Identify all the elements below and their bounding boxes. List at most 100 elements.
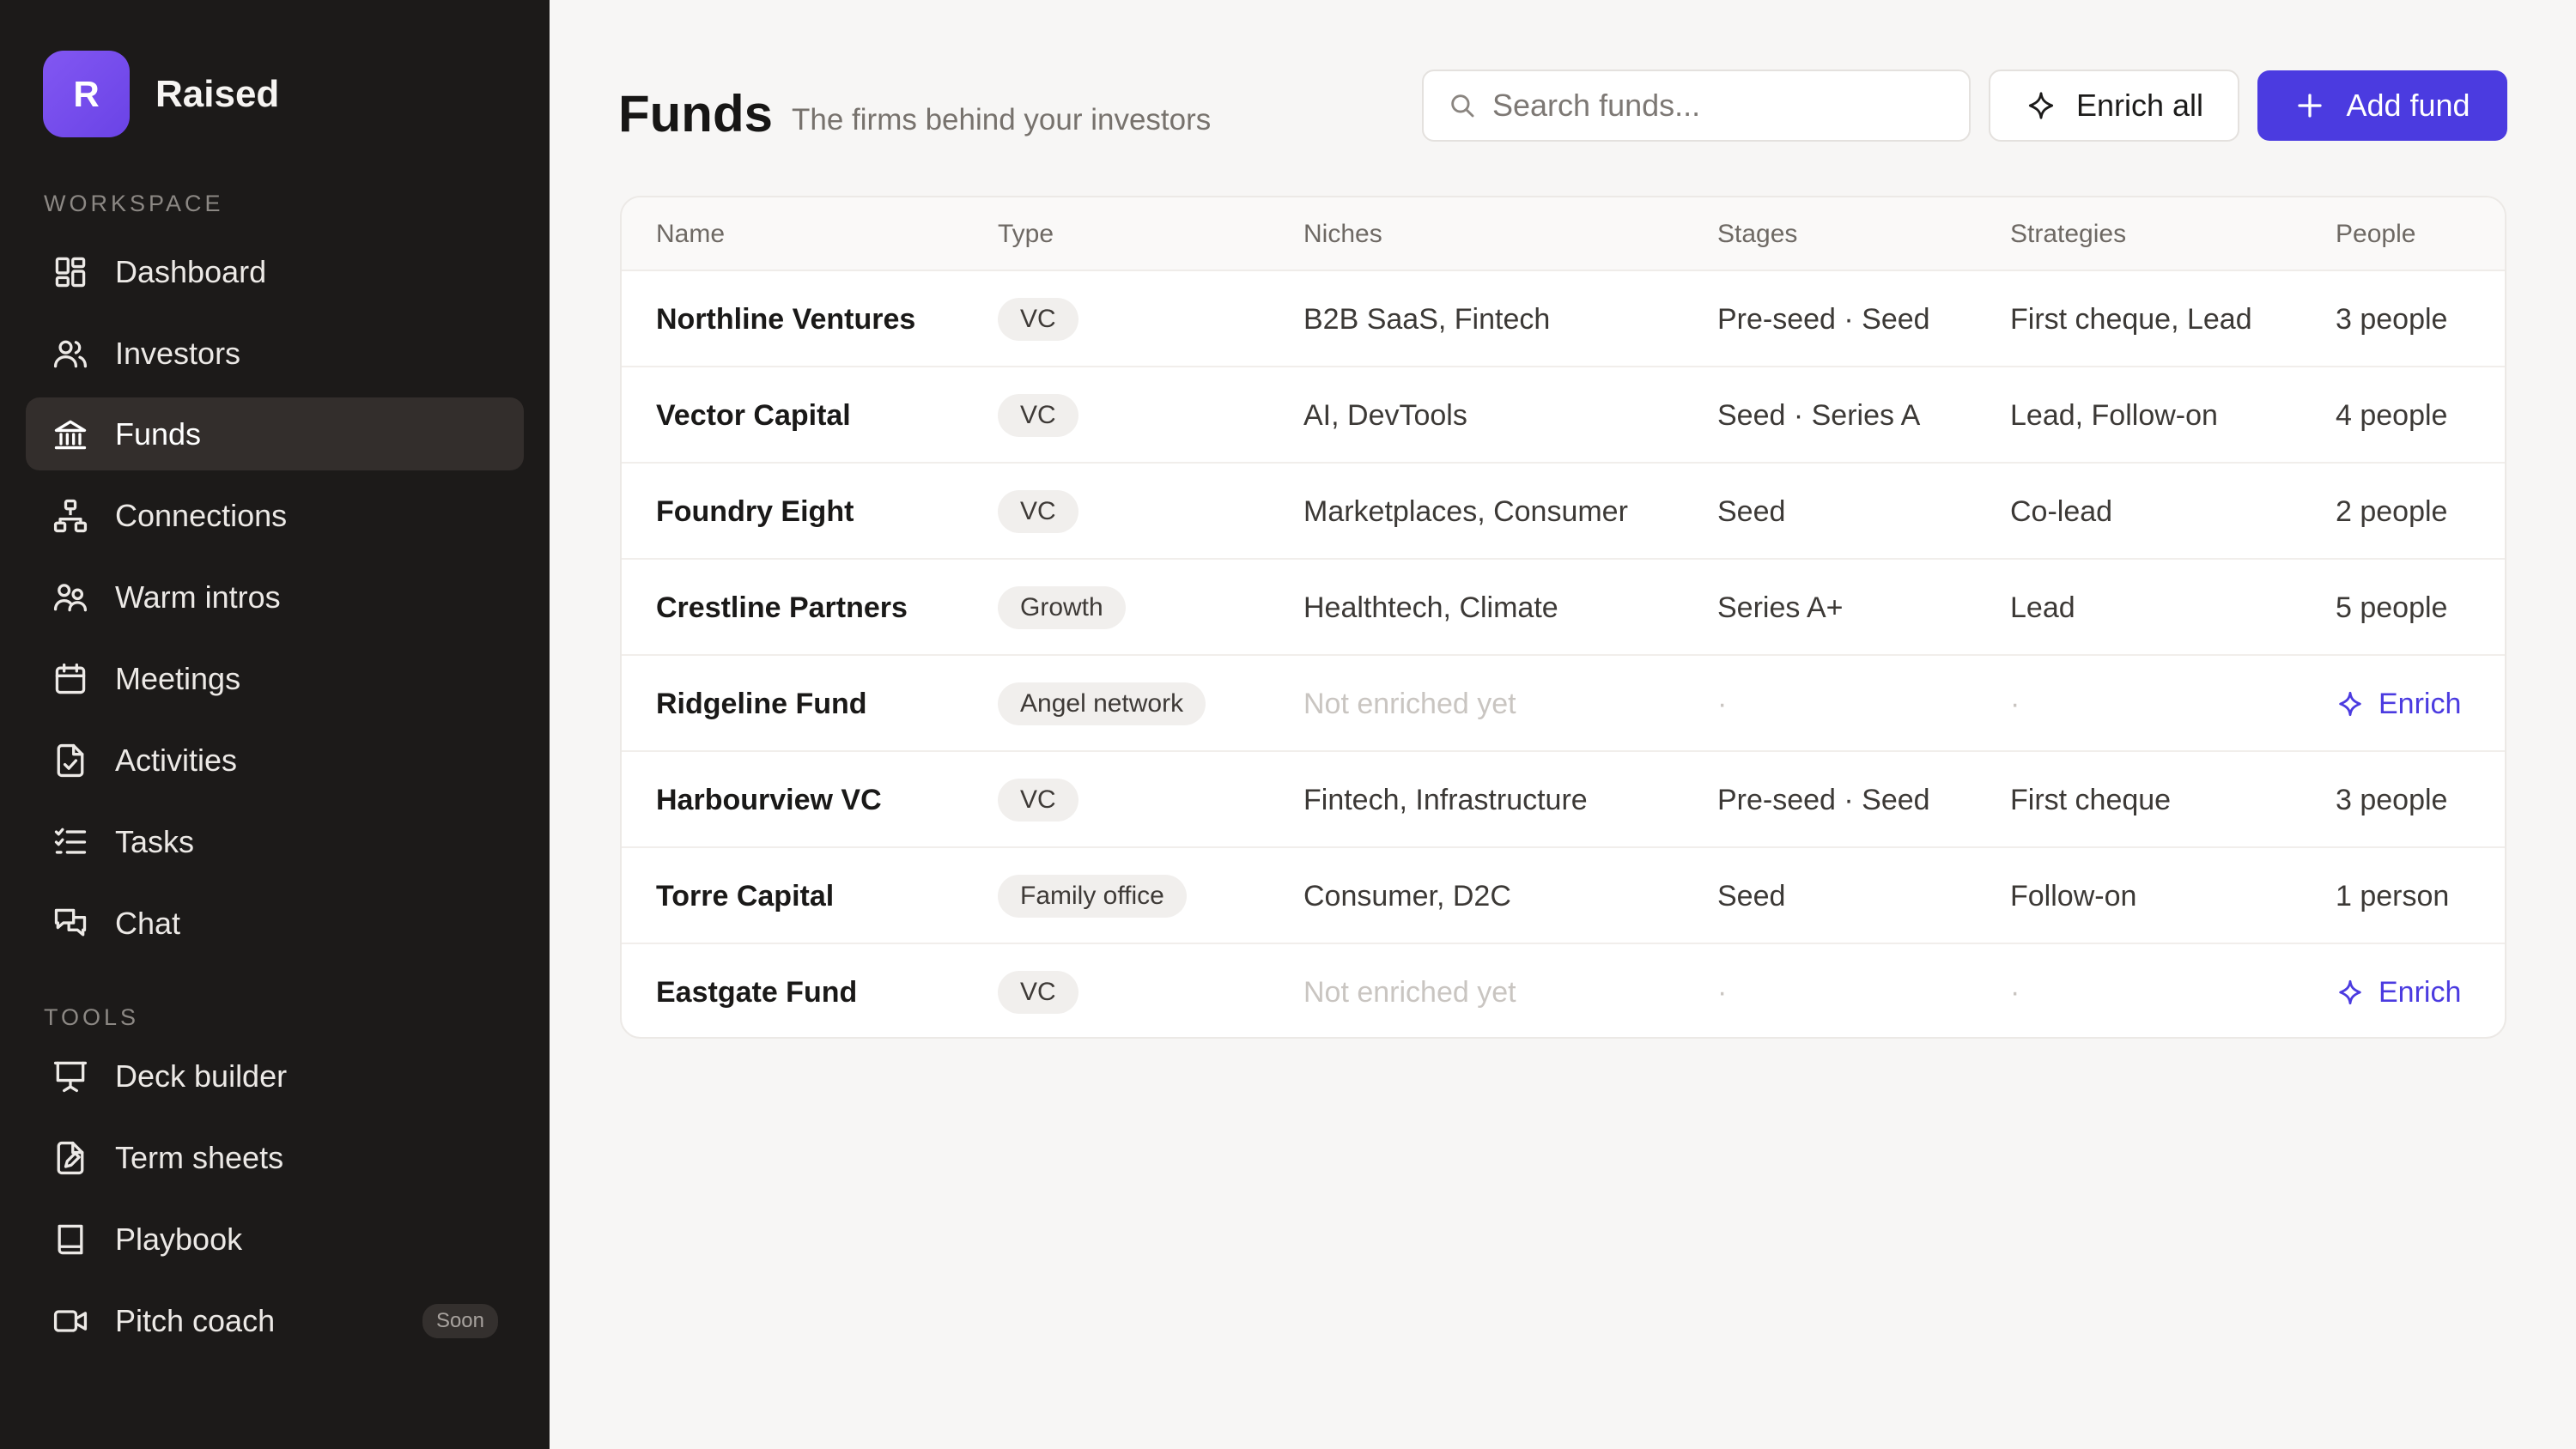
sidebar: R Raised WORKSPACE Dashboard Investors F… — [0, 0, 550, 1449]
fund-type-cell: VC — [998, 271, 1078, 367]
fund-people: 3 people — [2336, 783, 2448, 816]
fund-type-cell: Angel network — [998, 656, 1206, 752]
fund-strategies: Lead, Follow-on — [2010, 398, 2218, 432]
enrich-all-button[interactable]: Enrich all — [1989, 70, 2239, 142]
sidebar-item-label: Investors — [115, 335, 241, 371]
fund-name[interactable]: Torre Capital — [656, 848, 834, 944]
fund-niches: AI, DevTools — [1303, 398, 1467, 432]
fund-stages: · — [1717, 687, 1728, 720]
enrich-button[interactable]: Enrich — [2336, 688, 2461, 721]
fund-type-chip: Angel network — [998, 682, 1206, 725]
sidebar-item-deck-builder[interactable]: Deck builder — [26, 1040, 524, 1113]
fund-people: 2 people — [2336, 494, 2448, 528]
users-icon — [52, 335, 89, 373]
table-row[interactable]: Torre Capital Family office Consumer, D2C S… — [622, 848, 2505, 944]
sidebar-item-warm-intros[interactable]: Warm intros — [26, 561, 524, 634]
sidebar-item-tasks[interactable]: Tasks — [26, 805, 524, 878]
fund-strategies: Lead — [2010, 591, 2075, 624]
sidebar-item-meetings[interactable]: Meetings — [26, 642, 524, 715]
fund-niches: Fintech, Infrastructure — [1303, 783, 1588, 816]
fund-type-chip: VC — [998, 971, 1078, 1014]
sidebar-item-pitch-coach[interactable]: Pitch coach Soon — [26, 1284, 524, 1357]
fund-people: 3 people — [2336, 302, 2448, 336]
fund-strategies: First cheque — [2010, 783, 2172, 816]
fund-name[interactable]: Foundry Eight — [656, 464, 854, 560]
fund-type-cell: VC — [998, 944, 1078, 1037]
column-header-niches[interactable]: Niches — [1303, 220, 1382, 249]
table-row[interactable]: Crestline Partners Growth Healthtech, Clim… — [622, 560, 2505, 656]
sidebar-item-funds[interactable]: Funds — [26, 397, 524, 470]
fund-stages: Seed · Series A — [1717, 398, 1921, 432]
fund-name[interactable]: Northline Ventures — [656, 271, 915, 367]
fund-name[interactable]: Eastgate Fund — [656, 944, 857, 1037]
search-icon — [1448, 91, 1477, 120]
fund-stages: Pre-seed · Seed — [1717, 302, 1930, 336]
sidebar-item-label: Activities — [115, 742, 238, 778]
people-intro-icon — [52, 579, 89, 616]
sidebar-item-playbook[interactable]: Playbook — [26, 1203, 524, 1276]
fund-stages: Series A+ — [1717, 591, 1844, 624]
fund-type-cell: Family office — [998, 848, 1187, 944]
column-header-strategies[interactable]: Strategies — [2010, 220, 2126, 249]
search-box[interactable] — [1422, 70, 1971, 142]
page-title: Funds — [618, 85, 773, 142]
calendar-icon — [52, 660, 89, 698]
fund-stages: Pre-seed · Seed — [1717, 783, 1930, 816]
sidebar-item-activities[interactable]: Activities — [26, 724, 524, 797]
column-header-people[interactable]: People — [2336, 220, 2415, 249]
enrich-button[interactable]: Enrich — [2336, 976, 2461, 1009]
sidebar-item-investors[interactable]: Investors — [26, 317, 524, 390]
tools-section-label: TOOLS — [44, 1004, 140, 1030]
fund-type-chip: VC — [998, 779, 1078, 822]
fund-name[interactable]: Harbourview VC — [656, 752, 882, 848]
fund-people: 1 person — [2336, 879, 2450, 912]
sidebar-item-dashboard[interactable]: Dashboard — [26, 235, 524, 308]
column-header-type[interactable]: Type — [998, 220, 1054, 249]
sidebar-item-term-sheets[interactable]: Term sheets — [26, 1121, 524, 1194]
presentation-icon — [52, 1058, 89, 1095]
fund-name[interactable]: Crestline Partners — [656, 560, 908, 656]
fund-stages: · — [1717, 975, 1728, 1009]
table-row[interactable]: Eastgate Fund VC Not enriched yet · · Enrich — [622, 944, 2505, 1037]
sidebar-item-connections[interactable]: Connections — [26, 479, 524, 552]
fund-type-cell: VC — [998, 464, 1078, 560]
network-icon — [52, 497, 89, 535]
search-input[interactable] — [1492, 88, 1956, 124]
fund-strategies: First cheque, Lead — [2010, 302, 2252, 336]
table-row[interactable]: Vector Capital VC AI, DevTools Seed · Serie… — [622, 367, 2505, 464]
fund-strategies: · — [2010, 687, 2020, 720]
column-header-name[interactable]: Name — [656, 220, 725, 249]
fund-people-cell: Enrich — [2336, 944, 2461, 1037]
column-header-stages[interactable]: Stages — [1717, 220, 1797, 249]
fund-niches: Healthtech, Climate — [1303, 591, 1558, 624]
fund-people: 5 people — [2336, 591, 2448, 624]
file-check-icon — [52, 742, 89, 779]
fund-name[interactable]: Ridgeline Fund — [656, 656, 867, 752]
sparkle-icon — [2025, 89, 2057, 122]
enrich-label: Enrich — [2379, 975, 2462, 1009]
soon-badge: Soon — [422, 1303, 498, 1338]
fund-niches: B2B SaaS, Fintech — [1303, 302, 1551, 336]
sidebar-item-label: Deck builder — [115, 1058, 288, 1094]
chat-icon — [52, 905, 89, 943]
plus-icon — [2294, 90, 2325, 121]
sidebar-item-label: Term sheets — [115, 1139, 284, 1175]
sidebar-item-label: Connections — [115, 497, 288, 533]
sidebar-item-chat[interactable]: Chat — [26, 887, 524, 960]
fund-name[interactable]: Vector Capital — [656, 367, 851, 464]
table-header: Name Type Niches Stages Strategies Peopl… — [622, 197, 2505, 271]
table-row[interactable]: Harbourview VC VC Fintech, Infrastructure P… — [622, 752, 2505, 848]
enrich-label: Enrich — [2379, 687, 2462, 720]
fund-type-cell: VC — [998, 752, 1078, 848]
table-row[interactable]: Northline Ventures VC B2B SaaS, Fintech Pre… — [622, 271, 2505, 367]
fund-type-chip: VC — [998, 490, 1078, 533]
fund-strategies: · — [2010, 975, 2020, 1009]
brand[interactable]: R Raised — [43, 51, 279, 137]
add-fund-button[interactable]: Add fund — [2257, 70, 2507, 141]
sparkle-icon — [2336, 689, 2365, 718]
fund-niches: Consumer, D2C — [1303, 879, 1511, 912]
fund-type-chip: Growth — [998, 586, 1126, 629]
table-row[interactable]: Foundry Eight VC Marketplaces, Consumer See… — [622, 464, 2505, 560]
table-row[interactable]: Ridgeline Fund Angel network Not enriched … — [622, 656, 2505, 752]
dashboard-icon — [52, 253, 89, 291]
